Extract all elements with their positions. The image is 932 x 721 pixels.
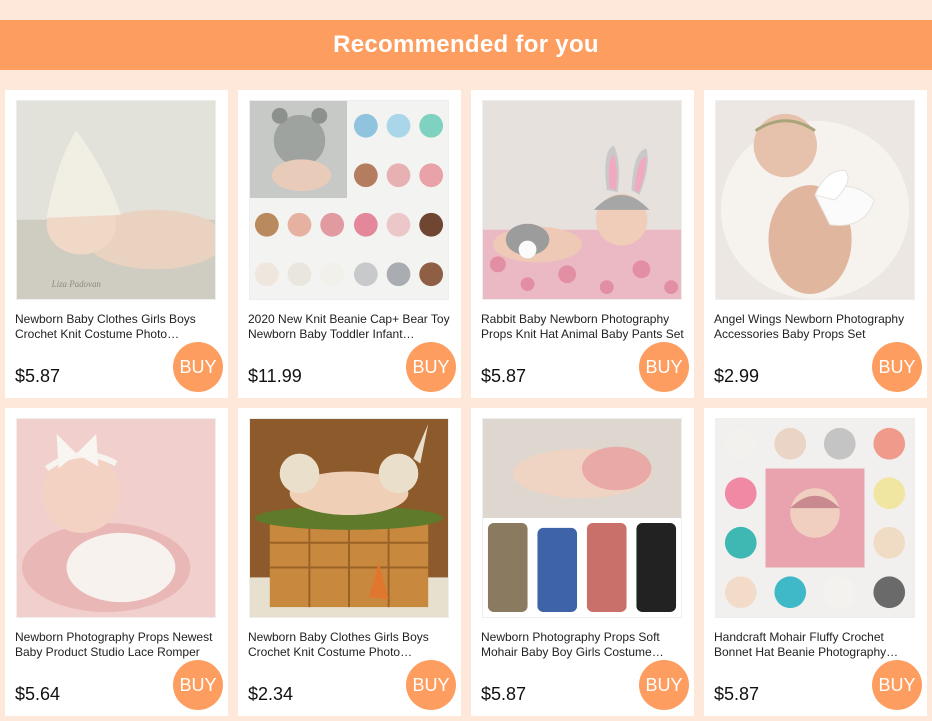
product-card[interactable]: Handcraft Mohair Fluffy Crochet Bonnet H… bbox=[704, 408, 927, 716]
product-image[interactable] bbox=[482, 418, 682, 618]
product-title[interactable]: Rabbit Baby Newborn Photography Props Kn… bbox=[481, 312, 686, 342]
buy-button[interactable]: BUY bbox=[173, 660, 223, 710]
buy-button[interactable]: BUY bbox=[406, 660, 456, 710]
product-image[interactable]: Liza Padovan bbox=[16, 100, 216, 300]
product-image[interactable] bbox=[715, 418, 915, 618]
product-card[interactable]: Liza Padovan Newborn Baby Clothes Girls … bbox=[5, 90, 228, 398]
product-image[interactable] bbox=[715, 100, 915, 300]
buy-button[interactable]: BUY bbox=[639, 660, 689, 710]
product-price: $2.34 bbox=[248, 684, 294, 704]
product-card[interactable]: Newborn Photography Props Soft Mohair Ba… bbox=[471, 408, 694, 716]
product-price: $5.64 bbox=[15, 684, 61, 704]
product-title[interactable]: Newborn Photography Props Soft Mohair Ba… bbox=[481, 630, 686, 660]
product-image[interactable] bbox=[16, 418, 216, 618]
buy-button[interactable]: BUY bbox=[639, 342, 689, 392]
product-card[interactable]: Newborn Photography Props Newest Baby Pr… bbox=[5, 408, 228, 716]
product-card[interactable]: 2020 New Knit Beanie Cap+ Bear Toy Newbo… bbox=[238, 90, 461, 398]
product-card[interactable]: Newborn Baby Clothes Girls Boys Crochet … bbox=[238, 408, 461, 716]
product-title[interactable]: 2020 New Knit Beanie Cap+ Bear Toy Newbo… bbox=[248, 312, 453, 342]
product-card[interactable]: Rabbit Baby Newborn Photography Props Kn… bbox=[471, 90, 694, 398]
section-title: Recommended for you bbox=[333, 31, 599, 58]
product-price: $5.87 bbox=[15, 366, 61, 386]
product-title[interactable]: Newborn Baby Clothes Girls Boys Crochet … bbox=[248, 630, 453, 660]
product-price: $2.99 bbox=[714, 366, 760, 386]
product-price: $5.87 bbox=[481, 366, 527, 386]
buy-button[interactable]: BUY bbox=[872, 660, 922, 710]
product-image[interactable] bbox=[249, 418, 449, 618]
product-title[interactable]: Newborn Photography Props Newest Baby Pr… bbox=[15, 630, 220, 660]
recommended-banner: Recommended for you bbox=[0, 20, 932, 70]
buy-button[interactable]: BUY bbox=[173, 342, 223, 392]
product-image[interactable] bbox=[482, 100, 682, 300]
product-title[interactable]: Handcraft Mohair Fluffy Crochet Bonnet H… bbox=[714, 630, 919, 660]
svg-text:Liza Padovan: Liza Padovan bbox=[51, 279, 102, 289]
buy-button[interactable]: BUY bbox=[406, 342, 456, 392]
product-image[interactable] bbox=[249, 100, 449, 300]
buy-button[interactable]: BUY bbox=[872, 342, 922, 392]
product-price: $5.87 bbox=[481, 684, 527, 704]
product-title[interactable]: Angel Wings Newborn Photography Accessor… bbox=[714, 312, 919, 342]
product-title[interactable]: Newborn Baby Clothes Girls Boys Crochet … bbox=[15, 312, 220, 342]
product-card[interactable]: Angel Wings Newborn Photography Accessor… bbox=[704, 90, 927, 398]
product-grid: Liza Padovan Newborn Baby Clothes Girls … bbox=[5, 90, 927, 716]
product-price: $11.99 bbox=[248, 366, 302, 386]
product-price: $5.87 bbox=[714, 684, 760, 704]
